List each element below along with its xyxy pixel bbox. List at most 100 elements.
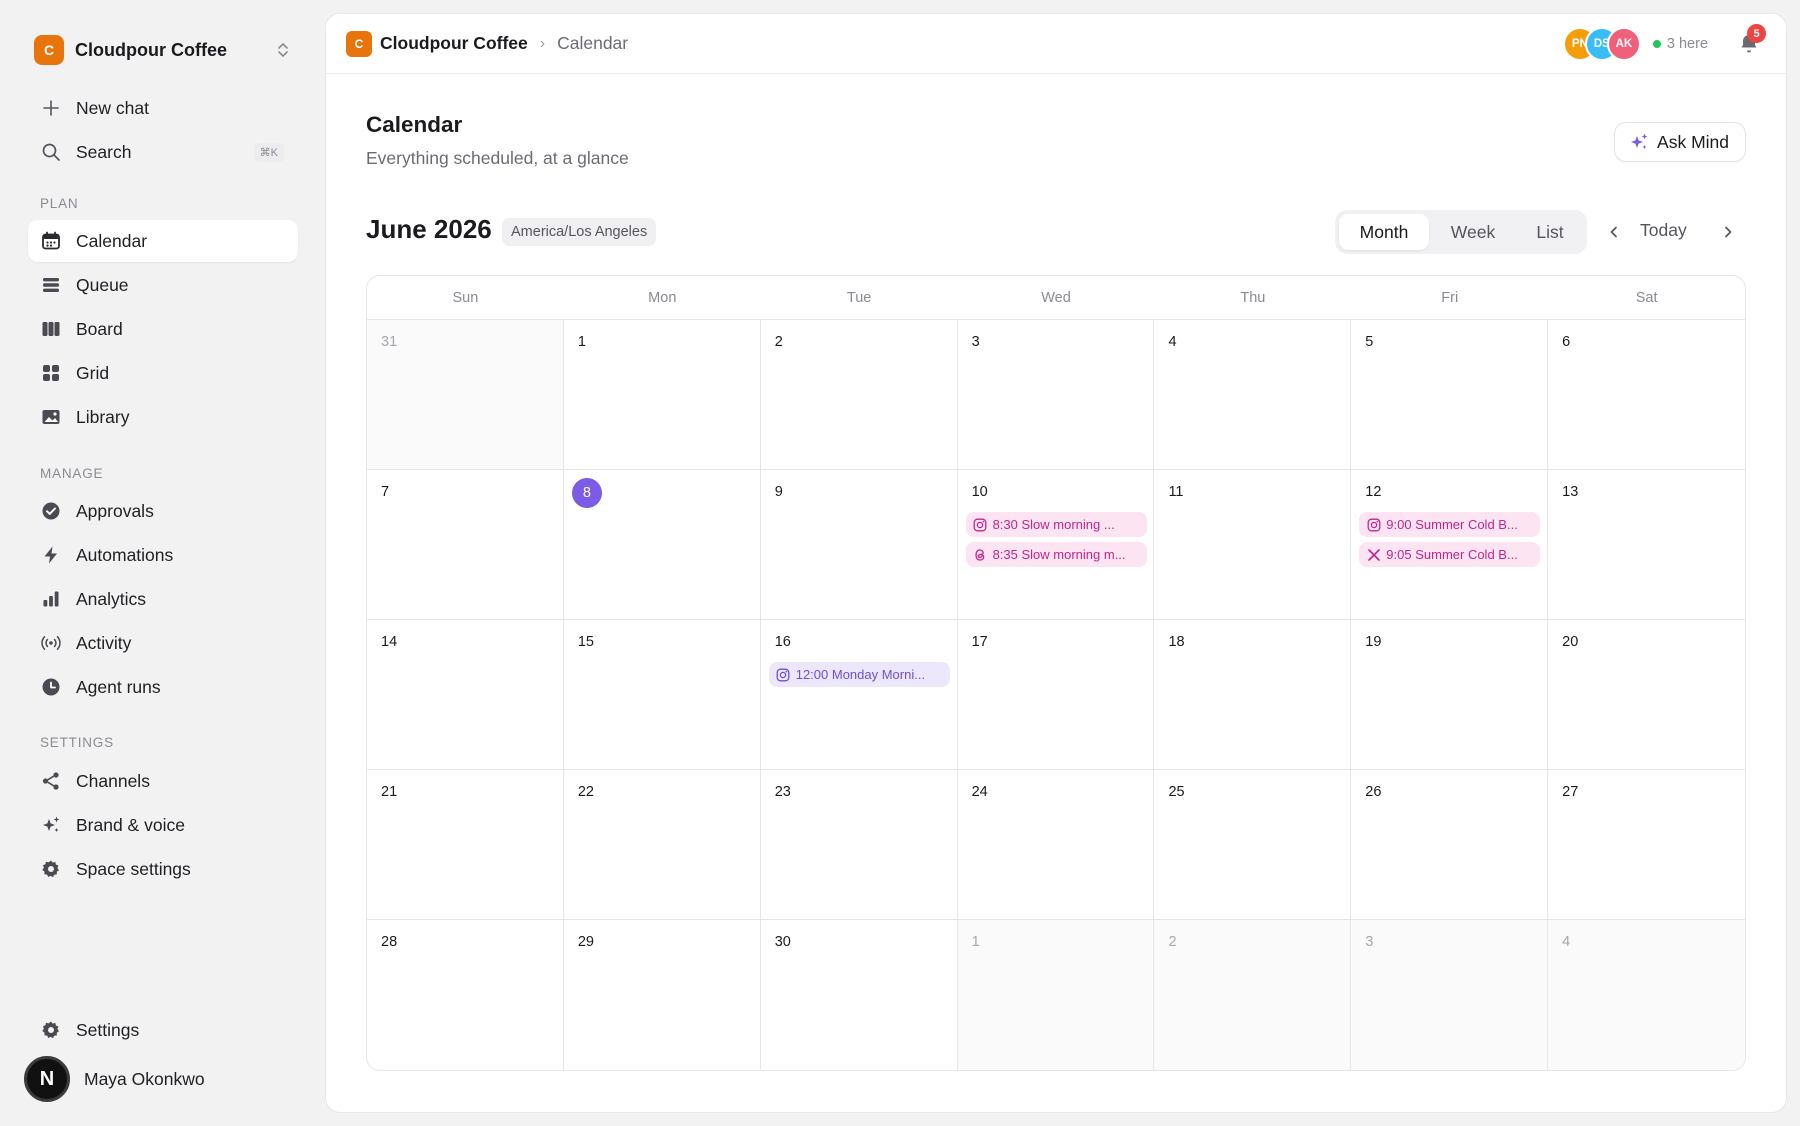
day-cell[interactable]: 19 bbox=[1351, 620, 1549, 769]
section-plan: PLAN bbox=[40, 196, 79, 211]
next-month-button[interactable] bbox=[1716, 220, 1740, 244]
new-chat-button[interactable]: New chat bbox=[28, 87, 298, 129]
day-cell[interactable]: 2 bbox=[761, 320, 958, 469]
weeks-container: 31 1 2 3 4 5 6 7 8 9 10 8:30 Slow morning ... 8:35 S… bbox=[367, 320, 1745, 1070]
instagram-icon bbox=[973, 517, 988, 532]
date-number: 23 bbox=[774, 784, 791, 800]
day-cell[interactable]: 4 bbox=[1154, 320, 1352, 469]
sidebar-item-agent-runs[interactable]: Agent runs bbox=[28, 666, 298, 708]
tab-list[interactable]: List bbox=[1517, 214, 1583, 250]
sidebar-item-library[interactable]: Library bbox=[28, 396, 298, 438]
sidebar-item-label: Activity bbox=[76, 632, 132, 653]
calendar-event[interactable]: 9:00 Summer Cold B... bbox=[1359, 512, 1541, 537]
instagram-icon bbox=[776, 667, 791, 682]
notifications-button[interactable]: 5 bbox=[1738, 24, 1766, 56]
day-cell[interactable]: 6 bbox=[1548, 320, 1745, 469]
day-cell[interactable]: 11 bbox=[1154, 470, 1352, 619]
sidebar-item-label: Space settings bbox=[76, 858, 191, 879]
timezone-badge: America/Los Angeles bbox=[502, 218, 657, 246]
broadcast-icon bbox=[40, 632, 62, 654]
month-title: June 2026 bbox=[366, 214, 492, 244]
today-button[interactable]: Today bbox=[1640, 220, 1687, 241]
sidebar-item-settings[interactable]: Settings bbox=[28, 1009, 298, 1051]
sidebar-item-brand-voice[interactable]: Brand & voice bbox=[28, 804, 298, 846]
day-cell[interactable]: 20 bbox=[1548, 620, 1745, 769]
page-subtitle: Everything scheduled, at a glance bbox=[366, 148, 629, 168]
sidebar-item-approvals[interactable]: Approvals bbox=[28, 490, 298, 532]
week-row: 7 8 9 10 8:30 Slow morning ... 8:35 Slow morn… bbox=[367, 470, 1745, 620]
sidebar-item-grid[interactable]: Grid bbox=[28, 352, 298, 394]
calendar-event[interactable]: 8:30 Slow morning ... bbox=[965, 512, 1147, 537]
user-name: Maya Okonkwo bbox=[84, 1068, 205, 1089]
ask-mind-button[interactable]: Ask Mind bbox=[1614, 122, 1746, 162]
workspace-switcher[interactable]: C Cloudpour Coffee bbox=[34, 34, 292, 66]
sidebar-item-label: Brand & voice bbox=[76, 814, 185, 835]
date-number: 3 bbox=[1365, 934, 1374, 950]
sidebar-item-activity[interactable]: Activity bbox=[28, 622, 298, 664]
tab-month[interactable]: Month bbox=[1339, 214, 1429, 250]
sidebar-item-queue[interactable]: Queue bbox=[28, 264, 298, 306]
day-cell[interactable]: 1 bbox=[957, 920, 1155, 1070]
sidebar-item-analytics[interactable]: Analytics bbox=[28, 578, 298, 620]
sidebar-item-channels[interactable]: Channels bbox=[28, 760, 298, 802]
day-cell[interactable]: 14 bbox=[367, 620, 564, 769]
day-cell[interactable]: 10 8:30 Slow morning ... 8:35 Slow morning… bbox=[958, 470, 1155, 619]
sparkle-icon bbox=[1631, 133, 1648, 149]
sidebar-item-calendar[interactable]: Calendar bbox=[28, 220, 298, 262]
day-cell[interactable]: 7 bbox=[367, 470, 564, 619]
day-cell[interactable]: 4 bbox=[1548, 920, 1745, 1070]
tab-week[interactable]: Week bbox=[1429, 214, 1517, 250]
weekday-label: Fri bbox=[1441, 290, 1459, 306]
day-cell[interactable]: 22 bbox=[564, 770, 761, 919]
sidebar-item-label: Settings bbox=[76, 1019, 140, 1040]
sidebar-item-label: Agent runs bbox=[76, 676, 161, 697]
presence-count: 3 here bbox=[1652, 36, 1708, 52]
prev-month-button[interactable] bbox=[1602, 220, 1626, 244]
date-number: 29 bbox=[577, 934, 594, 950]
user-menu[interactable]: N Maya Okonkwo bbox=[24, 1056, 304, 1102]
day-cell[interactable]: 5 bbox=[1351, 320, 1549, 469]
day-cell[interactable]: 25 bbox=[1154, 770, 1352, 919]
date-number: 13 bbox=[1562, 484, 1579, 500]
day-cell[interactable]: 29 bbox=[564, 920, 761, 1070]
day-cell[interactable]: 24 bbox=[958, 770, 1155, 919]
day-cell[interactable]: 3 bbox=[958, 320, 1155, 469]
sidebar-item-space-settings[interactable]: Space settings bbox=[28, 848, 298, 890]
breadcrumb-workspace[interactable]: Cloudpour Coffee bbox=[380, 33, 528, 54]
queue-icon bbox=[40, 274, 62, 296]
day-cell[interactable]: 23 bbox=[761, 770, 958, 919]
sidebar-item-automations[interactable]: Automations bbox=[28, 534, 298, 576]
date-number: 7 bbox=[381, 484, 390, 500]
day-cell[interactable]: 27 bbox=[1548, 770, 1745, 919]
day-cell[interactable]: 3 bbox=[1351, 920, 1549, 1070]
presence-bar: PN DS AK 3 here 5 bbox=[1562, 24, 1766, 62]
date-number: 30 bbox=[774, 934, 791, 950]
sidebar-item-board[interactable]: Board bbox=[28, 308, 298, 350]
search-button[interactable]: Search ⌘K bbox=[28, 131, 298, 173]
day-cell[interactable]: 1 bbox=[564, 320, 761, 469]
day-cell[interactable]: 17 bbox=[958, 620, 1155, 769]
day-cell[interactable]: 13 bbox=[1548, 470, 1745, 619]
day-cell[interactable]: 16 12:00 Monday Morni... bbox=[761, 620, 958, 769]
calendar-event[interactable]: 12:00 Monday Morni... bbox=[768, 662, 950, 687]
day-cell[interactable]: 9 bbox=[761, 470, 958, 619]
day-cell[interactable]: 12 9:00 Summer Cold B... 9:05 Summer Cold … bbox=[1351, 470, 1549, 619]
presence-avatar[interactable]: AK bbox=[1606, 27, 1641, 61]
sparkle-icon bbox=[40, 814, 62, 836]
day-cell[interactable]: 31 bbox=[367, 320, 564, 469]
day-cell[interactable]: 30 bbox=[761, 920, 958, 1070]
day-cell[interactable]: 15 bbox=[564, 620, 761, 769]
calendar-event[interactable]: 9:05 Summer Cold B... bbox=[1359, 542, 1541, 567]
ask-mind-label: Ask Mind bbox=[1657, 131, 1729, 152]
day-cell[interactable]: 8 bbox=[564, 470, 761, 619]
date-number: 6 bbox=[1562, 334, 1571, 350]
bar-chart-icon bbox=[40, 588, 62, 610]
calendar-event[interactable]: 8:35 Slow morning m... bbox=[965, 542, 1147, 567]
day-cell[interactable]: 26 bbox=[1351, 770, 1549, 919]
day-cell[interactable]: 21 bbox=[367, 770, 564, 919]
clock-icon bbox=[40, 676, 62, 698]
day-cell[interactable]: 18 bbox=[1154, 620, 1352, 769]
day-cell[interactable]: 28 bbox=[367, 920, 564, 1070]
topbar: C Cloudpour Coffee › Calendar PN DS AK 3… bbox=[326, 14, 1786, 74]
day-cell[interactable]: 2 bbox=[1154, 920, 1352, 1070]
